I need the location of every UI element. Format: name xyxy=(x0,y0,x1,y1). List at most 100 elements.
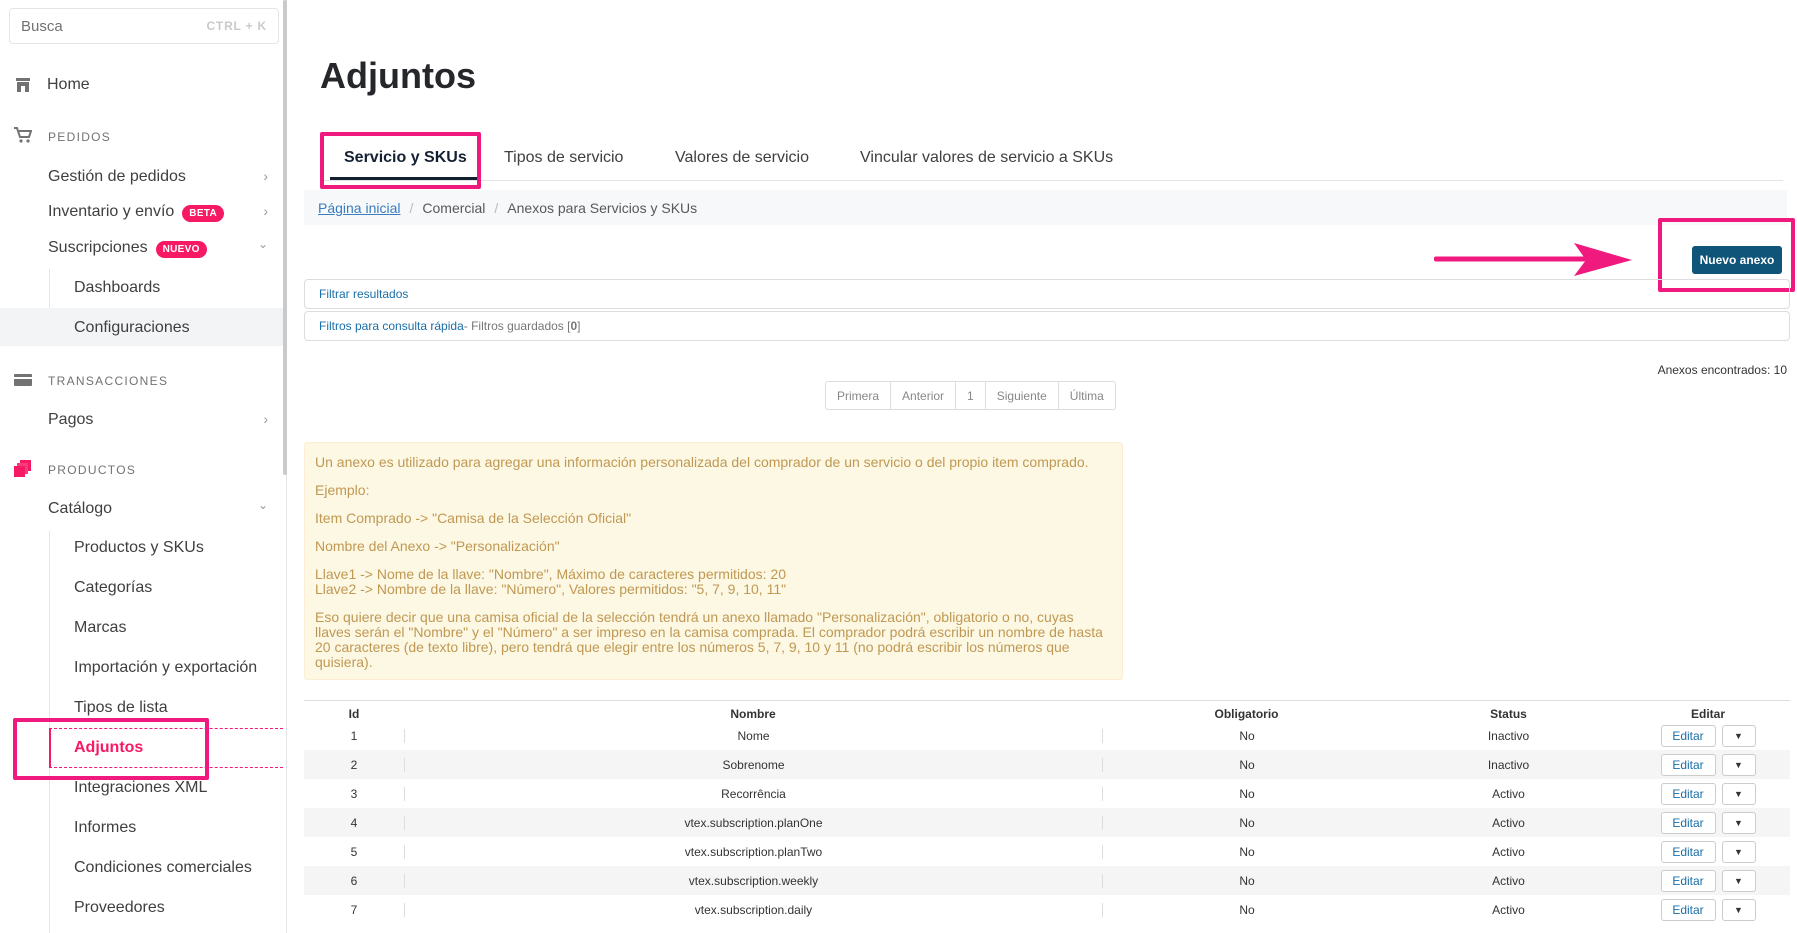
cell-status: Activo xyxy=(1492,844,1525,859)
cell-status: Activo xyxy=(1492,902,1525,917)
sidebar: Busca CTRL + K Home PEDIDOS Gestión de p… xyxy=(0,0,287,933)
sidebar-item-label: Home xyxy=(47,76,90,93)
table-row: 6 vtex.subscription.weekly No Activo Editar ▼ xyxy=(304,866,1790,895)
sidebar-item-dashboards[interactable]: Dashboards xyxy=(74,279,160,297)
pagination: Primera Anterior 1 Siguiente Última xyxy=(825,381,1116,410)
section-label-transacciones: TRANSACCIONES xyxy=(48,374,169,388)
col-header-id: Id xyxy=(348,707,360,721)
row-dropdown-button[interactable]: ▼ xyxy=(1721,840,1756,863)
edit-button[interactable]: Editar xyxy=(1660,898,1716,921)
sidebar-item-tipos-lista[interactable]: Tipos de lista xyxy=(74,699,168,717)
page-first-button[interactable]: Primera xyxy=(826,382,892,409)
cell-nombre: vtex.subscription.planOne xyxy=(404,815,1102,830)
sidebar-item-configuraciones[interactable]: Configuraciones xyxy=(74,319,190,337)
store-icon xyxy=(14,76,32,94)
table-row: 5 vtex.subscription.planTwo No Activo Editar… xyxy=(304,837,1790,866)
row-dropdown-button[interactable]: ▼ xyxy=(1721,869,1756,892)
sidebar-item-importacion[interactable]: Importación y exportación xyxy=(74,659,257,677)
sidebar-item-label: Suscripciones xyxy=(48,239,148,256)
cell-editar: Editar ▼ xyxy=(1626,782,1790,805)
tab-valores-servicio[interactable]: Valores de servicio xyxy=(675,149,809,167)
annotation-highlight-tab xyxy=(320,132,481,189)
table-row: 1 Nome No Inactivo Editar ▼ xyxy=(304,721,1790,750)
annotation-highlight-adjuntos xyxy=(13,718,209,780)
sidebar-item-home[interactable]: Home xyxy=(0,73,283,97)
cell-id: 1 xyxy=(350,728,358,743)
search-input[interactable]: Busca CTRL + K xyxy=(9,8,279,44)
sidebar-scrollbar[interactable] xyxy=(283,0,287,475)
filter-results-bar[interactable]: Filtrar resultados xyxy=(304,279,1790,309)
chevron-down-icon: ⌄ xyxy=(257,237,268,251)
sidebar-item-label: Gestión de pedidos xyxy=(48,168,186,185)
section-label-pedidos: PEDIDOS xyxy=(48,130,112,144)
tab-bar: Servicio y SKUs Tipos de servicio Valore… xyxy=(320,141,1783,181)
nuevo-badge: NUEVO xyxy=(155,241,207,258)
row-dropdown-button[interactable]: ▼ xyxy=(1721,753,1756,776)
page-number-button[interactable]: 1 xyxy=(956,382,986,409)
chevron-right-icon: › xyxy=(263,168,268,184)
sidebar-item-proveedores[interactable]: Proveedores xyxy=(74,899,165,917)
sidebar-item-condiciones[interactable]: Condiciones comerciales xyxy=(74,859,252,877)
cell-id: 2 xyxy=(350,757,358,772)
caret-down-icon: ▼ xyxy=(1734,875,1743,886)
col-header-obligatorio: Obligatorio xyxy=(1214,707,1279,721)
edit-button[interactable]: Editar xyxy=(1660,753,1716,776)
table-row: 7 vtex.subscription.daily No Activo Editar ▼ xyxy=(304,895,1790,924)
filter-results-link[interactable]: Filtrar resultados xyxy=(319,287,408,301)
quick-filters-link[interactable]: Filtros para consulta rápida xyxy=(319,319,464,333)
beta-badge: BETA xyxy=(182,205,224,222)
cell-obligatorio: No xyxy=(1102,728,1391,743)
cell-status: Activo xyxy=(1492,873,1525,888)
cell-obligatorio: No xyxy=(1102,844,1391,859)
row-dropdown-button[interactable]: ▼ xyxy=(1721,811,1756,834)
cell-status: Activo xyxy=(1492,786,1525,801)
sidebar-item-label: Inventario y envío xyxy=(48,203,175,220)
sidebar-item-categorias[interactable]: Categorías xyxy=(74,579,152,597)
page-prev-button[interactable]: Anterior xyxy=(891,382,957,409)
info-paragraph: Un anexo es utilizado para agregar una i… xyxy=(315,454,1089,470)
search-shortcut: CTRL + K xyxy=(206,19,267,33)
cell-nombre: Sobrenome xyxy=(404,757,1102,772)
breadcrumb-current: Anexos para Servicios y SKUs xyxy=(507,199,698,216)
sidebar-item-catalogo[interactable]: Catálogo ⌄ xyxy=(0,497,283,521)
chevron-right-icon: › xyxy=(263,203,268,219)
tab-vincular-valores[interactable]: Vincular valores de servicio a SKUs xyxy=(860,149,1113,167)
caret-down-icon: ▼ xyxy=(1734,730,1743,741)
breadcrumb-home-link[interactable]: Página inicial xyxy=(318,200,401,216)
edit-button[interactable]: Editar xyxy=(1660,782,1716,805)
cell-status: Activo xyxy=(1492,815,1525,830)
edit-button[interactable]: Editar xyxy=(1660,811,1716,834)
sidebar-item-suscripciones[interactable]: Suscripciones NUEVO ⌄ xyxy=(0,236,283,260)
sidebar-item-integraciones-xml[interactable]: Integraciones XML xyxy=(74,779,207,797)
sidebar-item-informes[interactable]: Informes xyxy=(74,819,136,837)
edit-button[interactable]: Editar xyxy=(1660,724,1716,747)
sidebar-item-marcas[interactable]: Marcas xyxy=(74,619,126,637)
caret-down-icon: ▼ xyxy=(1734,788,1743,799)
row-dropdown-button[interactable]: ▼ xyxy=(1721,898,1756,921)
sidebar-item-productos-skus[interactable]: Productos y SKUs xyxy=(74,539,204,557)
sidebar-item-inventario[interactable]: Inventario y envío BETA › xyxy=(0,200,283,224)
sidebar-item-gestion-pedidos[interactable]: Gestión de pedidos › xyxy=(0,165,283,189)
quick-filters-bar[interactable]: Filtros para consulta rápida - Filtros g… xyxy=(304,311,1790,341)
cell-editar: Editar ▼ xyxy=(1626,753,1790,776)
tab-tipos-servicio[interactable]: Tipos de servicio xyxy=(504,149,623,167)
caret-down-icon: ▼ xyxy=(1734,846,1743,857)
cell-editar: Editar ▼ xyxy=(1626,811,1790,834)
cell-id: 7 xyxy=(350,902,358,917)
cell-nombre: vtex.subscription.planTwo xyxy=(404,844,1102,859)
info-alert: Un anexo es utilizado para agregar una i… xyxy=(304,442,1123,680)
saved-filters-label: - Filtros guardados [0] xyxy=(463,319,581,333)
row-dropdown-button[interactable]: ▼ xyxy=(1721,782,1756,805)
info-paragraph: Llave2 -> Nombre de la llave: "Número", … xyxy=(315,581,787,597)
cell-editar: Editar ▼ xyxy=(1626,898,1790,921)
edit-button[interactable]: Editar xyxy=(1660,869,1716,892)
edit-button[interactable]: Editar xyxy=(1660,840,1716,863)
info-paragraph: Item Comprado -> "Camisa de la Selección… xyxy=(315,510,632,526)
page-next-button[interactable]: Siguiente xyxy=(986,382,1059,409)
caret-down-icon: ▼ xyxy=(1734,817,1743,828)
row-dropdown-button[interactable]: ▼ xyxy=(1721,724,1756,747)
breadcrumb: Página inicial / Comercial / Anexos para… xyxy=(304,190,1787,225)
section-label-productos: PRODUCTOS xyxy=(48,463,137,477)
sidebar-item-pagos[interactable]: Pagos › xyxy=(0,408,283,432)
page-last-button[interactable]: Última xyxy=(1059,382,1115,409)
